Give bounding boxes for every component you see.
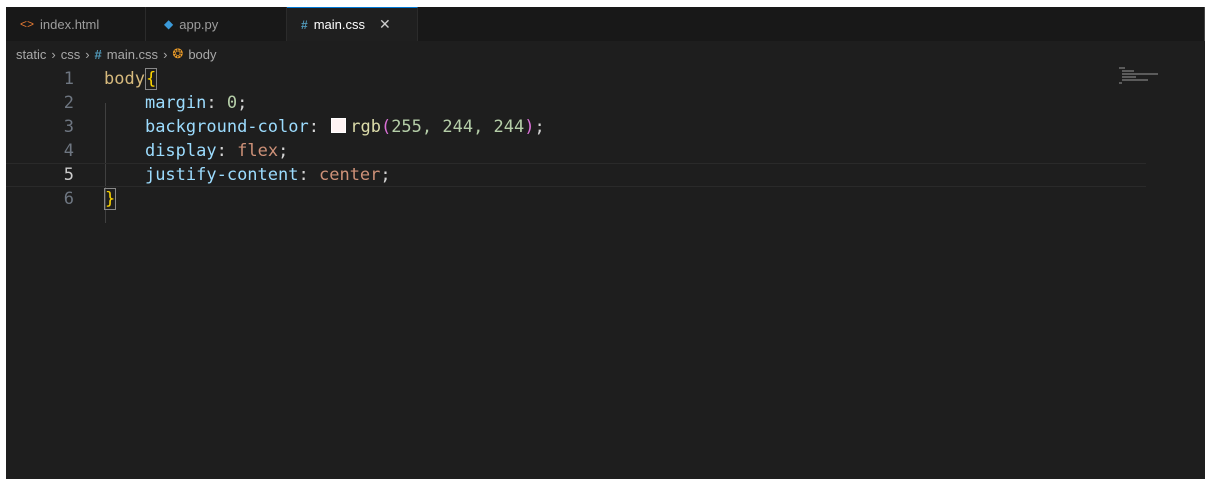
semicolon: ; bbox=[237, 93, 248, 113]
breadcrumb: static › css › # main.css › ❂ body bbox=[6, 43, 1205, 65]
editor-window: <> index.html ◆ app.py # main.css ✕ stat… bbox=[6, 7, 1205, 479]
code-line-current[interactable]: 5 justify-content: center; bbox=[6, 163, 1146, 187]
minimap-line bbox=[1119, 82, 1122, 84]
line-number: 1 bbox=[63, 69, 74, 89]
line-number: 5 bbox=[63, 165, 74, 185]
chevron-right-icon: › bbox=[85, 46, 90, 62]
css-args: 255, 244, 244 bbox=[391, 117, 525, 137]
colon: : bbox=[216, 141, 227, 161]
css-file-icon: # bbox=[301, 17, 308, 32]
close-icon[interactable]: ✕ bbox=[379, 16, 391, 33]
minimap-line bbox=[1119, 67, 1125, 69]
minimap[interactable] bbox=[1119, 67, 1167, 87]
css-value: center bbox=[318, 165, 381, 185]
colon: : bbox=[298, 165, 309, 185]
chevron-right-icon: › bbox=[163, 46, 168, 62]
css-selector: body bbox=[104, 69, 145, 89]
html-file-icon: <> bbox=[20, 17, 35, 31]
tab-index-html[interactable]: <> index.html bbox=[6, 7, 146, 41]
tab-label: index.html bbox=[40, 16, 100, 32]
code-text: justify-content: center; bbox=[104, 165, 391, 185]
close-paren: ) bbox=[524, 117, 535, 137]
css-value: 0 bbox=[226, 93, 238, 113]
colon: : bbox=[206, 93, 217, 113]
minimap-line bbox=[1122, 76, 1136, 78]
tab-label: app.py bbox=[179, 16, 219, 32]
css-property: display bbox=[144, 141, 217, 161]
css-property: background-color bbox=[144, 117, 309, 137]
symbol-icon: ❂ bbox=[172, 46, 184, 61]
line-number: 2 bbox=[63, 93, 74, 113]
close-brace: } bbox=[104, 188, 117, 210]
code-line[interactable]: 2 margin: 0; bbox=[6, 91, 1146, 115]
css-function: rgb bbox=[350, 117, 381, 137]
minimap-line bbox=[1122, 79, 1148, 81]
tab-label: main.css bbox=[313, 17, 365, 32]
code-line[interactable]: 3 background-color: rgb(255, 244, 244); bbox=[6, 115, 1146, 139]
chevron-right-icon: › bbox=[51, 46, 56, 62]
css-file-icon: # bbox=[94, 46, 102, 62]
code-editor[interactable]: 1 body{ 2 margin: 0; 3 background-color:… bbox=[6, 67, 1205, 479]
code-text: background-color: rgb(255, 244, 244); bbox=[104, 117, 545, 137]
css-value: flex bbox=[237, 141, 279, 161]
minimap-line bbox=[1122, 73, 1158, 75]
breadcrumb-item[interactable]: main.css bbox=[107, 47, 158, 62]
code-text: margin: 0; bbox=[104, 93, 247, 113]
tab-app-py[interactable]: ◆ app.py bbox=[146, 7, 287, 41]
code-line[interactable]: 1 body{ bbox=[6, 67, 1146, 91]
css-property: margin bbox=[144, 93, 207, 113]
minimap-line bbox=[1122, 70, 1134, 72]
open-brace: { bbox=[144, 68, 158, 90]
breadcrumb-item[interactable]: css bbox=[61, 47, 81, 62]
code-line[interactable]: 6 } bbox=[6, 187, 1146, 211]
tab-bar: <> index.html ◆ app.py # main.css ✕ bbox=[6, 7, 1205, 41]
tab-main-css[interactable]: # main.css ✕ bbox=[287, 7, 418, 41]
breadcrumb-item[interactable]: body bbox=[188, 47, 216, 62]
color-swatch-icon[interactable] bbox=[331, 118, 347, 133]
line-number: 6 bbox=[63, 189, 74, 209]
breadcrumb-item[interactable]: static bbox=[16, 47, 46, 62]
open-paren: ( bbox=[380, 117, 392, 137]
css-property: justify-content bbox=[144, 165, 299, 185]
semicolon: ; bbox=[380, 165, 391, 185]
line-number: 3 bbox=[63, 117, 74, 137]
python-file-icon: ◆ bbox=[164, 17, 174, 31]
line-number: 4 bbox=[63, 141, 74, 161]
code-text: display: flex; bbox=[104, 141, 288, 161]
colon: : bbox=[308, 117, 319, 137]
code-text: body{ bbox=[104, 68, 158, 90]
semicolon: ; bbox=[534, 117, 545, 137]
semicolon: ; bbox=[278, 141, 289, 161]
code-text: } bbox=[104, 188, 117, 210]
code-line[interactable]: 4 display: flex; bbox=[6, 139, 1146, 163]
